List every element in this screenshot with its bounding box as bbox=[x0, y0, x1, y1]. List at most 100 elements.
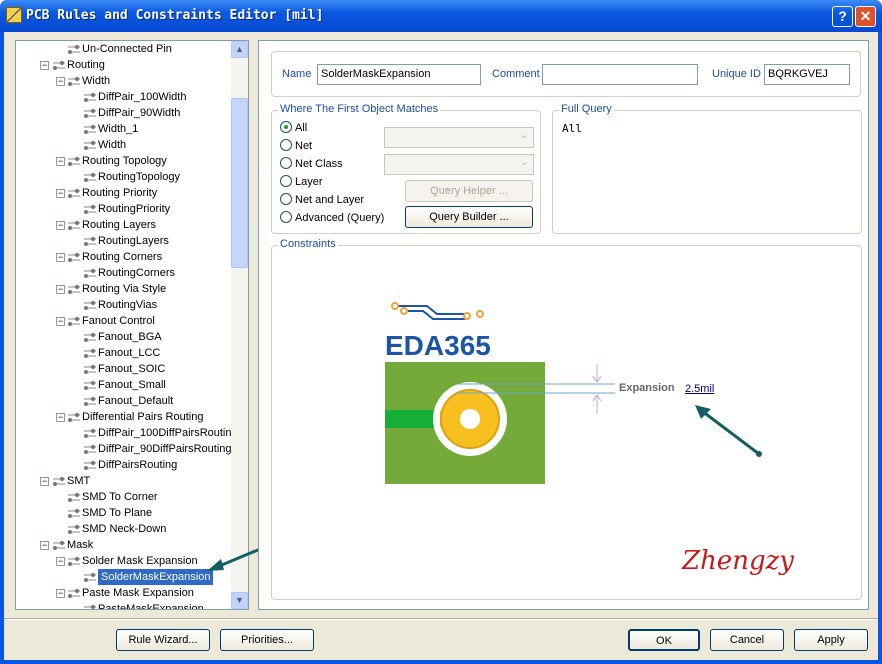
tree-item[interactable]: RoutingTopology bbox=[16, 169, 232, 185]
match-option-label: All bbox=[295, 122, 308, 134]
rule-icon bbox=[84, 349, 96, 358]
apply-button[interactable]: Apply bbox=[794, 629, 868, 651]
match-option-radio[interactable]: All bbox=[280, 121, 307, 137]
help-button[interactable]: ? bbox=[832, 6, 853, 27]
unique-id-input[interactable]: BQRKGVEJ bbox=[764, 64, 850, 85]
comment-input[interactable] bbox=[542, 64, 698, 85]
rules-tree[interactable]: Un-Connected Pin − Routing − Width DiffPair_1… bbox=[15, 40, 249, 610]
radio-icon[interactable] bbox=[280, 193, 292, 205]
tree-item[interactable]: Fanout_SOIC bbox=[16, 361, 232, 377]
tree-item[interactable]: Width bbox=[16, 137, 232, 153]
tree-item[interactable]: Width_1 bbox=[16, 121, 232, 137]
tree-item[interactable]: DiffPairsRouting bbox=[16, 457, 232, 473]
tree-item[interactable]: DiffPair_100DiffPairsRoutin bbox=[16, 425, 232, 441]
collapse-toggle-icon[interactable]: − bbox=[40, 477, 49, 486]
window: PCB Rules and Constraints Editor [mil] ?… bbox=[0, 0, 882, 664]
rule-icon bbox=[84, 573, 96, 582]
full-query-text[interactable]: All bbox=[562, 122, 582, 135]
tree-item[interactable]: DiffPair_90Width bbox=[16, 105, 232, 121]
tree-item[interactable]: − Routing bbox=[16, 57, 232, 73]
tree-item[interactable]: Un-Connected Pin bbox=[16, 41, 232, 57]
tree-item-label: RoutingTopology bbox=[98, 171, 180, 183]
name-input[interactable]: SolderMaskExpansion bbox=[317, 64, 481, 85]
tree-item[interactable]: RoutingVias bbox=[16, 297, 232, 313]
constraints-title: Constraints bbox=[278, 238, 338, 250]
solder-mask-diagram bbox=[385, 362, 615, 484]
ok-button[interactable]: OK bbox=[628, 629, 700, 651]
scroll-down-button[interactable]: ▼ bbox=[231, 592, 248, 609]
tree-item[interactable]: RoutingLayers bbox=[16, 233, 232, 249]
tree-item[interactable]: Fanout_BGA bbox=[16, 329, 232, 345]
collapse-toggle-icon[interactable]: − bbox=[56, 557, 65, 566]
collapse-toggle-icon[interactable]: − bbox=[56, 77, 65, 86]
rule-header-group: Name SolderMaskExpansion Comment Unique … bbox=[271, 51, 861, 97]
rule-icon bbox=[84, 605, 96, 609]
tree-item[interactable]: Fanout_LCC bbox=[16, 345, 232, 361]
match-option-radio[interactable]: Advanced (Query) bbox=[280, 211, 384, 227]
expansion-value-link[interactable]: 2.5mil bbox=[685, 383, 714, 395]
close-button[interactable]: ✕ bbox=[855, 6, 876, 27]
collapse-toggle-icon[interactable]: − bbox=[56, 589, 65, 598]
tree-item-label: RoutingLayers bbox=[98, 235, 169, 247]
match-option-radio[interactable]: Net bbox=[280, 139, 312, 155]
tree-item[interactable]: PasteMaskExpansion bbox=[16, 601, 232, 609]
tree-item[interactable]: SMD To Corner bbox=[16, 489, 232, 505]
rule-icon bbox=[84, 93, 96, 102]
tree-item[interactable]: Fanout_Default bbox=[16, 393, 232, 409]
match-option-label: Net bbox=[295, 140, 313, 152]
tree-item-label: DiffPair_90DiffPairsRouting bbox=[98, 443, 232, 455]
collapse-toggle-icon[interactable]: − bbox=[56, 221, 65, 230]
rule-icon bbox=[84, 205, 96, 214]
tree-item[interactable]: − Paste Mask Expansion bbox=[16, 585, 232, 601]
tree-item[interactable]: RoutingPriority bbox=[16, 201, 232, 217]
radio-icon[interactable] bbox=[280, 121, 292, 133]
object-match-group: Where The First Object Matches All Net Net… bbox=[271, 103, 541, 234]
tree-item[interactable]: − Width bbox=[16, 73, 232, 89]
tree-item-label: DiffPair_90Width bbox=[98, 107, 181, 119]
tree-item[interactable]: − Fanout Control bbox=[16, 313, 232, 329]
collapse-toggle-icon[interactable]: − bbox=[56, 413, 65, 422]
collapse-toggle-icon[interactable]: − bbox=[40, 541, 49, 550]
tree-item[interactable]: − Differential Pairs Routing bbox=[16, 409, 232, 425]
tree-item[interactable]: − Routing Topology bbox=[16, 153, 232, 169]
tree-item[interactable]: Fanout_Small bbox=[16, 377, 232, 393]
tree-item-label: Un-Connected Pin bbox=[82, 43, 172, 55]
rule-wizard-button[interactable]: Rule Wizard... bbox=[116, 629, 210, 651]
radio-icon[interactable] bbox=[280, 211, 292, 223]
tree-item-label: Routing bbox=[67, 59, 105, 71]
radio-icon[interactable] bbox=[280, 139, 292, 151]
match-option-radio[interactable]: Net Class bbox=[280, 157, 343, 173]
tree-item[interactable]: − Routing Via Style bbox=[16, 281, 232, 297]
collapse-toggle-icon[interactable]: − bbox=[40, 61, 49, 70]
collapse-toggle-icon[interactable]: − bbox=[56, 317, 65, 326]
scroll-up-button[interactable]: ▲ bbox=[231, 41, 248, 58]
tree-item[interactable]: RoutingCorners bbox=[16, 265, 232, 281]
tree-item[interactable]: − SMT bbox=[16, 473, 232, 489]
collapse-toggle-icon[interactable]: − bbox=[56, 285, 65, 294]
tree-item[interactable]: − Routing Layers bbox=[16, 217, 232, 233]
tree-item[interactable]: DiffPair_100Width bbox=[16, 89, 232, 105]
tree-item[interactable]: DiffPair_90DiffPairsRouting bbox=[16, 441, 232, 457]
footer-divider bbox=[4, 618, 878, 620]
radio-icon[interactable] bbox=[280, 175, 292, 187]
match-option-radio[interactable]: Net and Layer bbox=[280, 193, 364, 209]
query-builder-button[interactable]: Query Builder ... bbox=[405, 206, 533, 228]
collapse-toggle-icon[interactable]: − bbox=[56, 157, 65, 166]
tree-item-label: Solder Mask Expansion bbox=[82, 555, 198, 567]
tree-item[interactable]: − Routing Corners bbox=[16, 249, 232, 265]
tree-item[interactable]: SMD To Plane bbox=[16, 505, 232, 521]
tree-item-label: Fanout_Default bbox=[98, 395, 174, 407]
match-option-radio[interactable]: Layer bbox=[280, 175, 323, 191]
rule-icon bbox=[68, 77, 80, 86]
tree-scrollbar[interactable]: ▲ ▼ bbox=[231, 41, 248, 609]
collapse-toggle-icon[interactable]: − bbox=[56, 253, 65, 262]
radio-icon[interactable] bbox=[280, 157, 292, 169]
collapse-toggle-icon[interactable]: − bbox=[56, 189, 65, 198]
rule-icon bbox=[68, 317, 80, 326]
cancel-button[interactable]: Cancel bbox=[710, 629, 784, 651]
full-query-title: Full Query bbox=[559, 103, 614, 115]
tree-item[interactable]: − Routing Priority bbox=[16, 185, 232, 201]
window-title: PCB Rules and Constraints Editor [mil] bbox=[26, 8, 324, 23]
scroll-thumb[interactable] bbox=[231, 98, 248, 268]
priorities-button[interactable]: Priorities... bbox=[220, 629, 314, 651]
